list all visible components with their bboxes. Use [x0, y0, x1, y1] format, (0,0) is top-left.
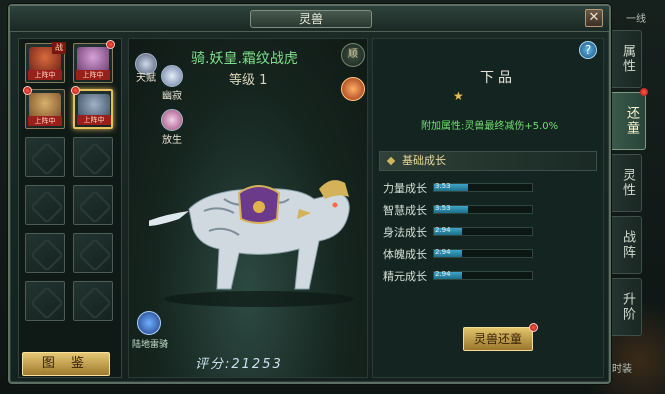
hud-label: 一线 [626, 14, 646, 25]
side-tabs: 属性 还童 灵性 战阵 升阶 [612, 30, 652, 336]
rejuvenate-button[interactable]: 灵兽还童 [463, 327, 533, 351]
empty-slot[interactable] [73, 185, 113, 225]
close-button[interactable]: ✕ [585, 9, 603, 27]
stat-label: 精元成长 [383, 270, 427, 283]
extra-attribute: 附加属性:灵兽最终减伤+5.0% [421, 121, 559, 132]
stat-row: 智慧成长 3.53 [379, 199, 597, 219]
talent-label: 天赋 [136, 73, 156, 84]
stat-row: 精元成长 2.94 [379, 265, 597, 285]
empty-slot[interactable] [25, 185, 65, 225]
tab-4[interactable]: 升阶 [612, 278, 642, 336]
on-field-badge: 上阵中 [28, 70, 62, 80]
battle-tag: 战 [52, 42, 66, 54]
notification-dot [640, 88, 648, 96]
stat-row: 体魄成长 2.94 [379, 243, 597, 263]
stat-label: 智慧成长 [383, 204, 427, 217]
hud-label: 时装 [612, 364, 632, 375]
catalog-button[interactable]: 图 鉴 [22, 352, 110, 376]
tab-2[interactable]: 灵性 [612, 154, 642, 212]
notification-dot [106, 40, 115, 49]
stat-value: 2.94 [435, 226, 451, 234]
empty-slot[interactable] [25, 137, 65, 177]
stat-label: 体魄成长 [383, 248, 427, 261]
notification-dot [23, 86, 32, 95]
on-field-badge: 上阵中 [28, 116, 62, 126]
pet-score: 评分:21253 [195, 357, 283, 372]
stat-label: 身法成长 [383, 226, 427, 239]
star-icon: ★ [453, 89, 464, 103]
release-icon[interactable] [161, 109, 183, 131]
tab-1[interactable]: 还童 [612, 92, 646, 150]
on-field-badge: 上阵中 [77, 115, 111, 125]
pet-slot-2[interactable]: 上阵中 [73, 40, 115, 83]
skill-gem-icon[interactable] [137, 311, 161, 335]
empty-slot[interactable] [73, 137, 113, 177]
empty-slot[interactable] [25, 281, 65, 321]
pet-level: 等级 1 [229, 73, 268, 88]
swirl-label: 幽寂 [162, 91, 182, 102]
empty-slot[interactable] [73, 233, 113, 273]
pet-slot-3[interactable]: 上阵中 [23, 86, 65, 129]
order-badge: 顺 [341, 43, 365, 67]
growth-section-header: 基础成长 [379, 151, 597, 171]
title-bar: 灵兽 ✕ [10, 6, 609, 32]
stat-row: 身法成长 2.94 [379, 221, 597, 241]
pet-window: 灵兽 ✕ 战 上阵中 上阵中 上阵中 上阵中 图 鉴 骑.妖皇.霜纹战虎 等级 … [8, 4, 611, 384]
skill-name: 陆地雷骑 [131, 340, 168, 350]
pet-slot-1[interactable]: 战 上阵中 [25, 42, 66, 83]
on-field-badge: 上阵中 [76, 70, 110, 80]
pet-slot-4-selected[interactable]: 上阵中 [71, 86, 113, 129]
notification-dot [529, 323, 538, 332]
stat-value: 2.94 [435, 248, 451, 256]
release-label: 放生 [162, 135, 182, 146]
empty-slot[interactable] [25, 233, 65, 273]
pet-display: 骑.妖皇.霜纹战虎 等级 1 天赋 幽寂 放生 顺 陆地雷骑 评分:21253 [128, 38, 368, 378]
stat-value: 2.94 [435, 270, 451, 278]
fire-element-icon [341, 77, 365, 101]
swirl-icon[interactable] [161, 65, 183, 87]
stat-row: 力量成长 3.53 [379, 177, 597, 197]
pet-list: 战 上阵中 上阵中 上阵中 上阵中 [18, 38, 122, 378]
stat-label: 力量成长 [383, 182, 427, 195]
pet-info-panel: ? 下品 ★ 附加属性:灵兽最终减伤+5.0% 基础成长 力量成长 3.53 智慧成… [372, 38, 604, 378]
quality-label: 下品 [480, 70, 516, 86]
frost-tiger-model [149, 180, 354, 307]
tab-0[interactable]: 属性 [612, 30, 642, 88]
tab-3[interactable]: 战阵 [612, 216, 642, 274]
notification-dot [71, 86, 80, 95]
stat-value: 3.53 [435, 204, 451, 212]
growth-header-label: 基础成长 [402, 154, 446, 167]
diamond-icon [386, 156, 396, 166]
empty-slot[interactable] [73, 281, 113, 321]
window-title: 灵兽 [250, 10, 372, 28]
stat-value: 3.53 [435, 182, 451, 190]
help-button[interactable]: ? [579, 41, 597, 59]
pet-name: 骑.妖皇.霜纹战虎 [191, 51, 298, 67]
